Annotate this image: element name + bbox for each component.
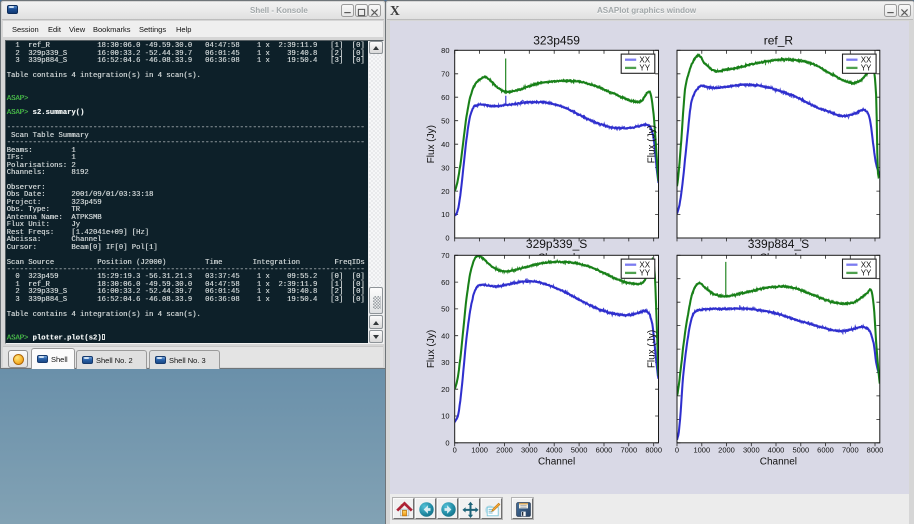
svg-text:7000: 7000 [620, 446, 637, 455]
svg-text:20: 20 [441, 385, 449, 394]
svg-text:70: 70 [441, 251, 449, 260]
svg-text:YY: YY [639, 269, 650, 278]
svg-text:8000: 8000 [867, 446, 884, 455]
svg-text:4000: 4000 [546, 446, 563, 455]
svg-text:60: 60 [441, 93, 449, 102]
svg-text:30: 30 [441, 163, 449, 172]
svg-text:3000: 3000 [521, 446, 538, 455]
svg-text:0: 0 [675, 446, 679, 455]
svg-text:50: 50 [441, 305, 449, 314]
svg-text:10: 10 [441, 210, 449, 219]
svg-text:1000: 1000 [693, 446, 710, 455]
svg-text:Channel: Channel [760, 456, 797, 467]
svg-text:0: 0 [453, 446, 457, 455]
svg-text:4000: 4000 [768, 446, 785, 455]
svg-text:339p884_S: 339p884_S [748, 237, 809, 251]
svg-text:YY: YY [861, 64, 872, 73]
svg-text:6000: 6000 [817, 446, 834, 455]
svg-text:1000: 1000 [471, 446, 488, 455]
svg-text:60: 60 [441, 278, 449, 287]
svg-text:YY: YY [861, 269, 872, 278]
svg-text:40: 40 [441, 140, 449, 149]
svg-text:ref_R: ref_R [764, 33, 794, 47]
svg-text:5000: 5000 [571, 446, 588, 455]
svg-text:7000: 7000 [842, 446, 859, 455]
svg-text:30: 30 [441, 358, 449, 367]
svg-text:329p339_S: 329p339_S [526, 237, 587, 251]
svg-text:20: 20 [441, 187, 449, 196]
svg-text:40: 40 [441, 331, 449, 340]
svg-text:Flux (Jy): Flux (Jy) [426, 125, 437, 163]
svg-text:Flux (Jy): Flux (Jy) [647, 330, 658, 368]
svg-text:3000: 3000 [743, 446, 760, 455]
svg-text:5000: 5000 [792, 446, 809, 455]
svg-text:8000: 8000 [645, 446, 662, 455]
svg-text:2000: 2000 [496, 446, 513, 455]
svg-text:50: 50 [441, 116, 449, 125]
svg-text:0: 0 [445, 439, 449, 448]
svg-text:YY: YY [639, 64, 650, 73]
svg-text:Flux (Jy): Flux (Jy) [426, 330, 437, 368]
svg-text:Channel: Channel [538, 456, 575, 467]
svg-text:323p459: 323p459 [533, 33, 580, 47]
svg-text:80: 80 [441, 46, 449, 55]
svg-text:2000: 2000 [718, 446, 735, 455]
svg-text:10: 10 [441, 412, 449, 421]
svg-text:0: 0 [445, 234, 449, 243]
svg-text:Flux (Jy): Flux (Jy) [647, 125, 658, 163]
svg-text:6000: 6000 [596, 446, 613, 455]
svg-text:70: 70 [441, 70, 449, 79]
